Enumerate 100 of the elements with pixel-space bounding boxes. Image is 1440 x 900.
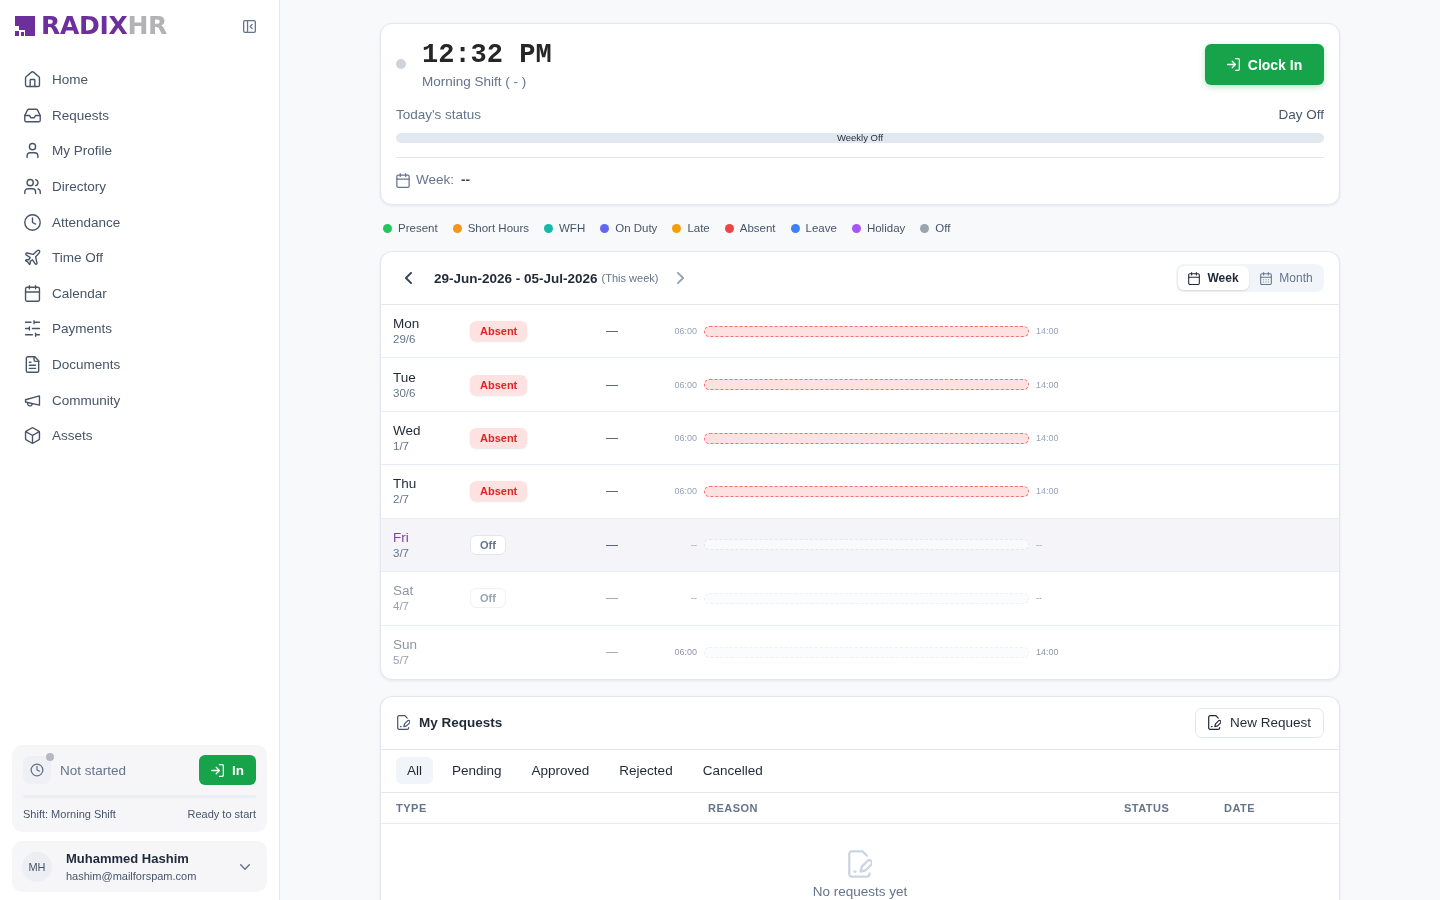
status-badge: Off (470, 588, 506, 609)
chevron-left-icon[interactable] (405, 272, 412, 284)
sliders-icon (24, 320, 41, 338)
day-name: Mon (393, 315, 421, 333)
day-name: Fri (393, 528, 410, 546)
nav-item[interactable]: Calendar (12, 275, 267, 312)
nav-item[interactable]: Time Off (12, 239, 267, 276)
week-value: -- (461, 171, 470, 189)
column-header: STATUS (1124, 801, 1170, 814)
status-badge: Absent (470, 321, 528, 342)
nav-item[interactable]: Documents (12, 346, 267, 383)
legend-label: Off (935, 221, 951, 235)
nav-item[interactable]: Community (12, 382, 267, 418)
requests-title: My Requests (419, 715, 503, 731)
nav-item[interactable]: Payments (12, 311, 267, 347)
nav-item[interactable]: Assets (12, 417, 267, 454)
legend-label: On Duty (615, 221, 658, 235)
column-header: DATE (1224, 801, 1256, 814)
new-request-button[interactable]: New Request (1194, 707, 1324, 738)
user-avatar: MH (22, 851, 52, 882)
nav-item[interactable]: Home (12, 62, 267, 98)
shift-end-time: -- (1036, 539, 1042, 550)
document-icon (24, 356, 41, 374)
day-date: 30/6 (393, 385, 417, 401)
legend-label: Leave (805, 221, 837, 235)
filter-tab[interactable]: Cancelled (691, 757, 774, 785)
shift-start-time: -- (690, 593, 697, 604)
filter-tab[interactable]: Rejected (608, 757, 684, 785)
day-date: 1/7 (393, 439, 410, 455)
shift-start-time: 06:00 (673, 326, 697, 337)
day-date: 5/7 (393, 653, 410, 669)
filter-tab[interactable]: Pending (441, 757, 513, 785)
file-pen-icon (397, 715, 410, 731)
airplane-icon (24, 249, 41, 267)
nav-item[interactable]: Directory (12, 168, 267, 205)
shift-start-time: 06:00 (673, 433, 697, 444)
week-range: 29-Jun-2026 - 05-Jul-2026 (434, 270, 598, 286)
logo-mark-icon (15, 16, 35, 36)
day-date: 3/7 (393, 545, 410, 561)
shift-end-time: 14:00 (1036, 326, 1059, 337)
legend-label: Holiday (866, 221, 906, 235)
day-name: Sun (393, 636, 419, 654)
shift-start-time: 06:00 (673, 486, 697, 497)
shift-end-time: 14:00 (1036, 379, 1059, 390)
shift-end-time: 14:00 (1036, 433, 1059, 444)
status-dot-icon (396, 59, 406, 69)
worked-hours: — (606, 377, 618, 392)
day-name: Thu (393, 475, 418, 493)
shift-end-time: 14:00 (1036, 486, 1059, 497)
clock-icon (24, 213, 41, 231)
column-header: REASON (708, 801, 759, 814)
nav-item[interactable]: Attendance (12, 204, 267, 240)
shift-start-time: 06:00 (673, 379, 697, 390)
legend-label: Late (687, 221, 710, 235)
calendar-icon (396, 172, 410, 188)
file-pen-icon (1207, 715, 1221, 731)
day-date: 2/7 (393, 492, 410, 508)
worked-hours: — (606, 324, 618, 339)
filter-tab[interactable]: Approved (520, 757, 601, 785)
week-label: Week: (416, 171, 454, 189)
shift-name: Morning Shift ( - ) (422, 73, 528, 90)
shift-start-time: 06:00 (673, 647, 697, 658)
file-pen-icon (848, 848, 872, 879)
user-card[interactable]: MH Muhammed Hashim hashim@mailforspam.com (12, 841, 267, 892)
day-date: 29/6 (393, 332, 417, 348)
status-label: Today's status (396, 106, 482, 124)
shift-status: Not started (60, 762, 127, 778)
week-note: (This week) (601, 272, 659, 284)
nav-item[interactable]: My Profile (12, 133, 267, 169)
status-value: Day Off (1278, 106, 1324, 124)
current-time: 12:32 PM (422, 39, 552, 71)
nav-item[interactable]: Requests (12, 97, 267, 134)
status-badge: Absent (470, 374, 528, 395)
view-tab[interactable]: Month (1251, 266, 1322, 290)
sidebar-collapse-icon[interactable] (243, 19, 256, 33)
shift-end-time: 14:00 (1036, 647, 1059, 658)
calendar-grid-icon (1260, 271, 1273, 285)
shift-end-time: -- (1036, 593, 1042, 604)
logo-wordmark: RADIXHR (41, 12, 167, 40)
column-header: TYPE (396, 801, 427, 814)
empty-message: No requests yet (812, 883, 908, 899)
chevron-right-icon[interactable] (677, 272, 685, 284)
people-icon (24, 178, 41, 196)
status-badge: Off (470, 534, 506, 555)
day-name: Wed (393, 422, 422, 440)
worked-hours: — (606, 431, 618, 446)
shift-start-time: -- (690, 539, 697, 550)
status-track-label: Weekly Off (836, 133, 884, 143)
day-name: Sat (393, 582, 415, 600)
inbox-icon (24, 106, 41, 124)
legend-label: Short Hours (467, 221, 529, 235)
day-name: Tue (393, 368, 417, 386)
filter-tab[interactable]: All (396, 757, 433, 785)
chevron-down-icon[interactable] (240, 863, 250, 870)
view-tab[interactable]: Week (1178, 266, 1249, 290)
shift-note: Ready to start (187, 807, 256, 821)
worked-hours: — (606, 645, 618, 660)
shift-name: Shift: Morning Shift (23, 807, 116, 821)
login-icon (211, 763, 224, 777)
worked-hours: — (606, 591, 618, 606)
